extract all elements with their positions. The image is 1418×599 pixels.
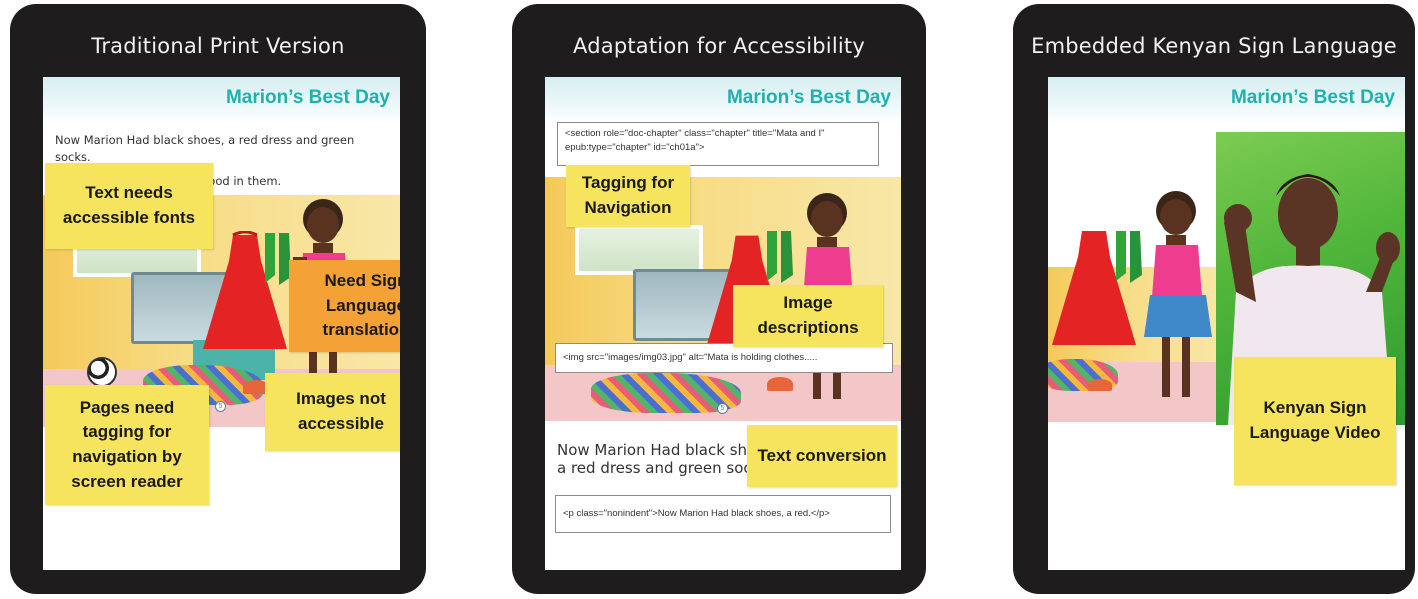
book-title: Marion’s Best Day — [726, 87, 891, 108]
soccer-ball — [87, 357, 117, 387]
code-paragraph-tag: <p class="nonindent">Now Marion Had blac… — [555, 495, 891, 533]
girl-figure — [1144, 191, 1212, 397]
note-image-descriptions: Image descriptions — [733, 285, 883, 347]
book-title: Marion’s Best Day — [1230, 87, 1395, 108]
page-number: 5 — [717, 403, 728, 414]
note-sign-language-video: Kenyan Sign Language Video — [1234, 357, 1396, 485]
note-sign-language: Need Sign Language translation — [289, 260, 400, 352]
book-page-screen: Marion’s Best Day Now Marion Had black s… — [43, 77, 400, 570]
book-title: Marion’s Best Day — [225, 87, 390, 108]
book-page-screen: Marion’s Best Day <section role="doc-cha… — [545, 77, 901, 570]
cap — [767, 377, 793, 391]
book-header: Marion’s Best Day — [43, 77, 400, 123]
note-text-conversion: Text conversion — [747, 425, 897, 487]
page-number: 5 — [215, 401, 226, 412]
note-accessible-fonts: Text needs accessible fonts — [45, 163, 213, 249]
story-illustration — [1048, 127, 1228, 422]
tablet-traditional-print: Traditional Print Version Marion’s Best … — [10, 4, 426, 594]
window — [575, 225, 703, 275]
story-text-continued: good in them. — [201, 174, 282, 188]
book-page-screen: Marion’s Best Day Kenyan Sign Language V… — [1048, 77, 1405, 570]
story-text-continued: a red dress and green sock — [557, 459, 761, 477]
panel-title: Adaptation for Accessibility — [573, 34, 865, 58]
code-section-tag: <section role="doc-chapter" class="chapt… — [557, 122, 879, 166]
note-tagging-navigation: Tagging for Navigation — [566, 165, 690, 227]
note-page-tagging: Pages need tagging for navigation by scr… — [45, 385, 209, 505]
story-text: Now Marion Had black shoes, a red dress … — [55, 133, 355, 164]
panel-title: Embedded Kenyan Sign Language — [1031, 34, 1397, 58]
tablet-accessibility-adaptation: Adaptation for Accessibility Marion’s Be… — [512, 4, 926, 594]
tablet-kenyan-sign-language: Embedded Kenyan Sign Language Marion’s B… — [1013, 4, 1415, 594]
cap — [1088, 379, 1112, 391]
book-header: Marion’s Best Day — [545, 77, 901, 123]
note-images-not-accessible: Images not accessible — [265, 373, 400, 451]
story-text: Now Marion Had black sh — [557, 441, 748, 459]
panel-title: Traditional Print Version — [91, 34, 345, 58]
book-header: Marion’s Best Day — [1048, 77, 1405, 123]
code-img-tag: <img src="images/img03.jpg" alt="Mata is… — [555, 343, 893, 373]
